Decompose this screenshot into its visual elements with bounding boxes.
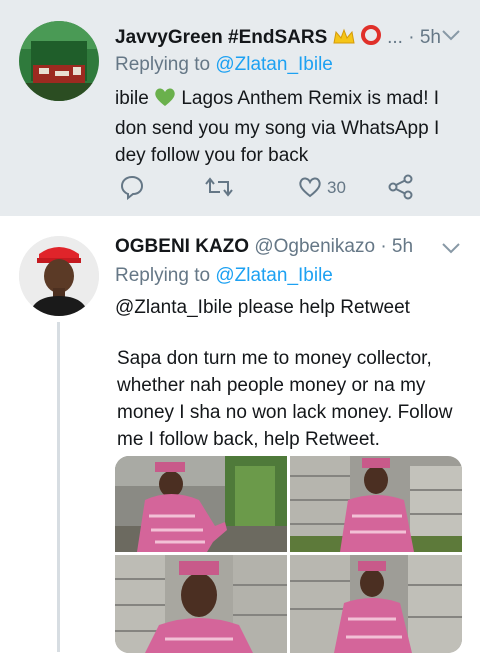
chevron-down-icon[interactable] xyxy=(438,27,464,43)
display-name[interactable]: JavvyGreen #EndSARS xyxy=(115,27,327,48)
tweet-text-paragraph: Sapa don turn me to money collector, whe… xyxy=(117,348,453,450)
avatar[interactable] xyxy=(19,21,99,101)
tweet-text-line: @Zlanta_Ibile please help Retweet xyxy=(115,297,410,318)
name-ellipsis: ... xyxy=(387,27,403,48)
tweet-photo[interactable] xyxy=(290,555,462,653)
replying-to: Replying to @Zlatan_Ibile xyxy=(115,265,333,287)
user-handle[interactable]: @Ogbenikazo xyxy=(254,236,375,257)
tweet-photo[interactable] xyxy=(115,555,287,653)
tweet-actions: 30 xyxy=(115,174,415,202)
red-circle-emoji xyxy=(360,24,382,52)
timestamp[interactable]: · 5h xyxy=(380,236,413,257)
divider xyxy=(0,216,480,226)
replying-to-prefix: Replying to xyxy=(115,265,216,286)
tweet-photo[interactable] xyxy=(115,456,287,552)
replying-to-prefix: Replying to xyxy=(115,54,216,75)
heart-icon[interactable] xyxy=(297,174,323,202)
tweet-header: JavvyGreen #EndSARS ... · 5h xyxy=(115,24,441,52)
tweet-photo[interactable] xyxy=(290,456,462,552)
replying-to: Replying to @Zlatan_Ibile xyxy=(115,54,333,76)
avatar[interactable] xyxy=(19,236,99,316)
tweet-text-part: ibile xyxy=(115,88,155,109)
photo-grid xyxy=(115,456,462,653)
chevron-down-icon[interactable] xyxy=(438,240,464,256)
timestamp[interactable]: · 5h xyxy=(408,27,441,48)
like-count: 30 xyxy=(327,178,346,197)
replying-to-mention[interactable]: @Zlatan_Ibile xyxy=(215,265,333,286)
crown-emoji xyxy=(332,28,355,52)
thread-line xyxy=(57,322,60,652)
display-name[interactable]: OGBENI KAZO xyxy=(115,236,249,257)
tweet-text: ibile Lagos Anthem Remix is mad! I don s… xyxy=(115,85,465,169)
replying-to-mention[interactable]: @Zlatan_Ibile xyxy=(215,54,333,75)
tweet-reply-javvygreen[interactable]: JavvyGreen #EndSARS ... · 5h Replying to… xyxy=(0,0,480,216)
comment-icon[interactable] xyxy=(119,174,145,202)
green-heart-emoji xyxy=(154,87,176,115)
retweet-icon[interactable] xyxy=(204,174,234,202)
tweet-header: OGBENI KAZO @Ogbenikazo · 5h xyxy=(115,236,413,258)
share-icon[interactable] xyxy=(387,174,415,202)
